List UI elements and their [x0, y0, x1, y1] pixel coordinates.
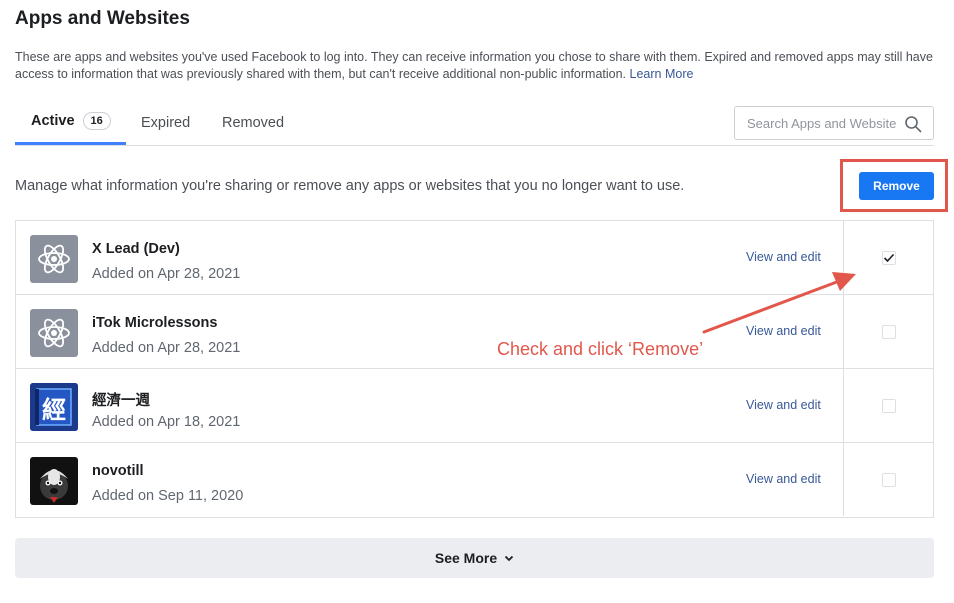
see-more-label: See More	[434, 550, 498, 566]
tab-removed[interactable]: Removed	[222, 100, 284, 146]
search-icon[interactable]	[904, 115, 922, 133]
badger-icon	[30, 457, 78, 505]
app-checkbox[interactable]	[882, 251, 896, 265]
annotation-text: Check and click ‘Remove’	[497, 339, 704, 359]
learn-more-link[interactable]: Learn More	[630, 67, 694, 81]
app-list: X Lead (Dev) Added on Apr 28, 2021 View …	[15, 220, 934, 518]
intro-text: These are apps and websites you've used …	[15, 49, 935, 83]
view-and-edit-link[interactable]: View and edit	[746, 324, 821, 338]
app-row: X Lead (Dev) Added on Apr 28, 2021 View …	[16, 221, 933, 295]
app-row: iTok Microlessons Added on Apr 28, 2021 …	[16, 295, 933, 369]
search-input[interactable]	[747, 115, 897, 131]
app-row: novotill Added on Sep 11, 2020 View and …	[16, 443, 933, 517]
app-added-date: Added on Sep 11, 2020	[92, 488, 244, 504]
app-name: 經濟一週	[92, 393, 150, 409]
tab-expired[interactable]: Expired	[141, 100, 190, 146]
chevron-down-icon	[504, 555, 514, 561]
app-checkbox[interactable]	[882, 473, 896, 487]
app-checkbox[interactable]	[882, 325, 896, 339]
page-title: Apps and Websites	[15, 8, 190, 29]
checkmark-icon	[883, 253, 895, 263]
active-count-badge: 16	[82, 112, 111, 130]
view-and-edit-link[interactable]: View and edit	[746, 472, 821, 486]
app-name: iTok Microlessons	[92, 315, 218, 331]
tab-active-label: Active	[31, 113, 75, 129]
app-row: 經 經濟一週 Added on Apr 18, 2021 View and ed…	[16, 369, 933, 443]
manage-description: Manage what information you're sharing o…	[15, 178, 685, 194]
search-box	[734, 106, 934, 140]
see-more-button[interactable]: See More	[15, 538, 934, 578]
atom-icon	[30, 309, 78, 357]
check-cell	[843, 221, 933, 294]
tab-expired-label: Expired	[141, 115, 191, 131]
app-added-date: Added on Apr 18, 2021	[92, 414, 241, 430]
view-and-edit-link[interactable]: View and edit	[746, 250, 821, 264]
intro-description: These are apps and websites you've used …	[15, 50, 933, 81]
app-added-date: Added on Apr 28, 2021	[92, 340, 241, 356]
tab-removed-label: Removed	[222, 115, 285, 131]
view-and-edit-link[interactable]: View and edit	[746, 398, 821, 412]
app-name: novotill	[92, 463, 144, 479]
check-cell	[843, 443, 933, 516]
book-icon: 經	[30, 383, 78, 431]
app-added-date: Added on Apr 28, 2021	[92, 266, 241, 282]
tab-active[interactable]: Active 16	[15, 100, 126, 145]
remove-button[interactable]: Remove	[859, 172, 934, 200]
book-icon-glyph: 經	[42, 395, 66, 424]
check-cell	[843, 369, 933, 442]
atom-icon	[30, 235, 78, 283]
app-checkbox[interactable]	[882, 399, 896, 413]
check-cell	[843, 295, 933, 368]
app-name: X Lead (Dev)	[92, 241, 180, 257]
